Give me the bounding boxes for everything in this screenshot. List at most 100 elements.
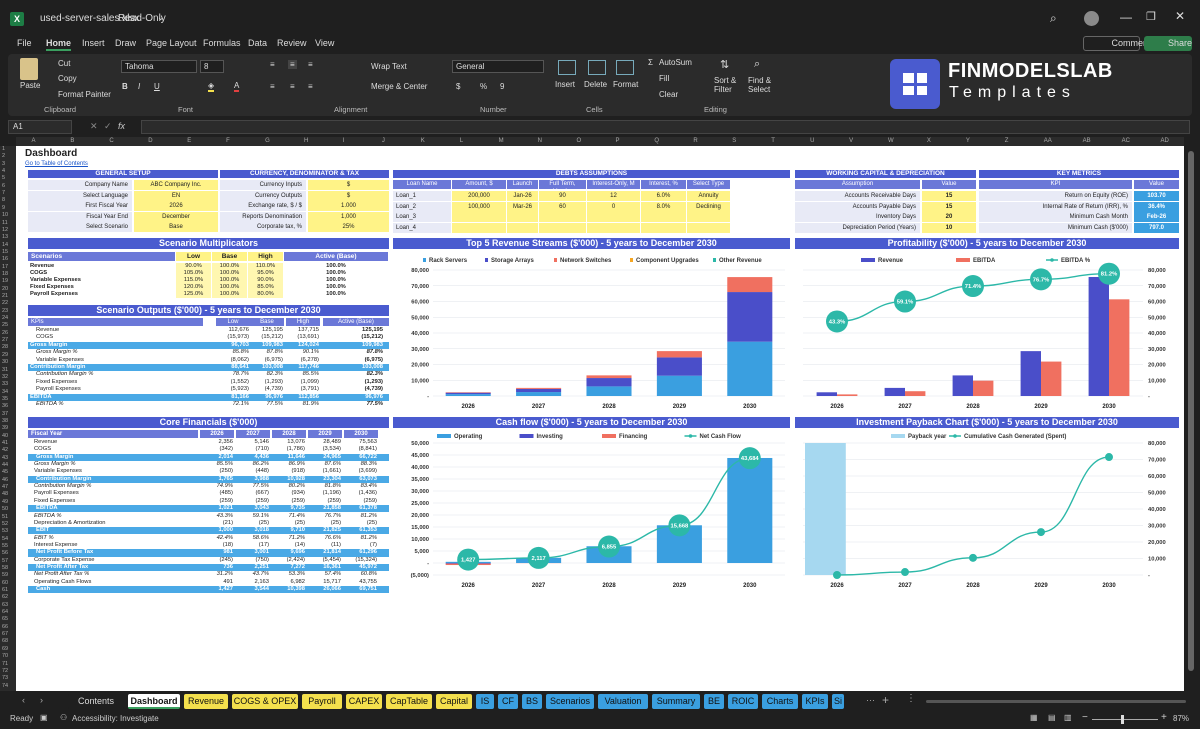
row-header[interactable]: 27: [2, 337, 8, 344]
row-header[interactable]: 23: [2, 308, 8, 315]
setup-value[interactable]: 1,000: [308, 211, 389, 222]
row-header[interactable]: 61: [2, 587, 8, 594]
row-header[interactable]: 13: [2, 234, 8, 241]
autosum-button[interactable]: AutoSum: [659, 58, 692, 67]
table-value[interactable]: 15: [922, 201, 976, 212]
align-bottom-icon[interactable]: ≡: [308, 60, 313, 69]
options-icon[interactable]: ⋮: [906, 693, 916, 704]
row-header[interactable]: 42: [2, 447, 8, 454]
row-header[interactable]: 51: [2, 514, 8, 521]
worksheet[interactable]: Dashboard Go to Table of Contents GENERA…: [16, 146, 1184, 691]
row-header[interactable]: 60: [2, 580, 8, 587]
more-tabs-icon[interactable]: ···: [866, 695, 875, 705]
setup-value[interactable]: 1.000: [308, 201, 389, 212]
column-header[interactable]: V: [849, 137, 853, 146]
delete-cells-button[interactable]: Delete: [584, 80, 607, 89]
row-header[interactable]: 17: [2, 264, 8, 271]
row-header[interactable]: 57: [2, 558, 8, 565]
autosum-icon[interactable]: Σ: [648, 58, 653, 67]
delete-cells-icon[interactable]: [588, 60, 606, 75]
menu-page-layout[interactable]: Page Layout: [146, 38, 197, 48]
loan-value[interactable]: [641, 222, 686, 233]
row-header[interactable]: 70: [2, 653, 8, 660]
add-sheet-icon[interactable]: +: [882, 693, 889, 707]
column-header[interactable]: C: [109, 137, 113, 146]
row-header[interactable]: 55: [2, 543, 8, 550]
row-header[interactable]: 29: [2, 352, 8, 359]
row-header[interactable]: 35: [2, 396, 8, 403]
row-header[interactable]: 65: [2, 616, 8, 623]
loan-value[interactable]: 60: [539, 201, 586, 212]
share-button[interactable]: Share: [1144, 36, 1192, 51]
number-format-select[interactable]: General: [452, 60, 544, 73]
table-value[interactable]: Feb-26: [1134, 212, 1179, 223]
table-value[interactable]: 797.0: [1134, 222, 1179, 233]
clear-button[interactable]: Clear: [659, 90, 678, 99]
font-color-icon[interactable]: A: [234, 81, 240, 92]
column-header[interactable]: AB: [1083, 137, 1091, 146]
loan-value[interactable]: 8.0%: [641, 201, 686, 212]
page-break-icon[interactable]: ▥: [1064, 713, 1072, 722]
formula-input[interactable]: [141, 120, 1190, 134]
row-header[interactable]: 22: [2, 300, 8, 307]
column-header[interactable]: G: [265, 137, 270, 146]
row-header[interactable]: 28: [2, 344, 8, 351]
row-header[interactable]: 73: [2, 675, 8, 682]
row-header[interactable]: 47: [2, 484, 8, 491]
loan-value[interactable]: [539, 212, 586, 223]
row-header[interactable]: 69: [2, 646, 8, 653]
row-header[interactable]: 52: [2, 521, 8, 528]
menu-data[interactable]: Data: [248, 38, 267, 48]
sheet-tab-captable[interactable]: CapTable: [386, 694, 432, 709]
sheet-tab-summary[interactable]: Summary: [652, 694, 700, 709]
column-header[interactable]: K: [421, 137, 425, 146]
column-header[interactable]: I: [343, 137, 345, 146]
row-header[interactable]: 41: [2, 440, 8, 447]
column-header[interactable]: O: [577, 137, 582, 146]
row-header[interactable]: 5: [2, 175, 5, 182]
row-header[interactable]: 3: [2, 161, 5, 168]
row-header[interactable]: 12: [2, 227, 8, 234]
row-header[interactable]: 43: [2, 455, 8, 462]
function-icon[interactable]: fx: [118, 121, 125, 131]
scroll-left-icon[interactable]: ‹: [22, 695, 25, 705]
row-header[interactable]: 48: [2, 491, 8, 498]
zoom-level[interactable]: 87%: [1173, 714, 1189, 723]
row-header[interactable]: 4: [2, 168, 5, 175]
format-painter-button[interactable]: Format Painter: [58, 90, 111, 99]
row-header[interactable]: 49: [2, 499, 8, 506]
column-header[interactable]: L: [460, 137, 463, 146]
find-select-button[interactable]: Find & Select: [748, 76, 778, 94]
column-header[interactable]: A: [31, 137, 35, 146]
column-header[interactable]: Q: [654, 137, 659, 146]
loan-value[interactable]: 0: [587, 201, 640, 212]
search-icon[interactable]: ⌕: [1050, 11, 1057, 26]
row-header[interactable]: 44: [2, 462, 8, 469]
format-cells-button[interactable]: Format: [613, 80, 638, 89]
fill-button[interactable]: Fill: [659, 74, 669, 83]
loan-value[interactable]: [507, 212, 538, 223]
close-icon[interactable]: ✕: [1175, 9, 1185, 23]
fill-color-icon[interactable]: ◈: [208, 81, 215, 92]
row-header[interactable]: 58: [2, 565, 8, 572]
sheet-tab-capex[interactable]: CAPEX: [346, 694, 382, 709]
insert-cells-icon[interactable]: [558, 60, 576, 75]
row-header[interactable]: 63: [2, 602, 8, 609]
row-header[interactable]: 53: [2, 528, 8, 535]
sheet-tab-bs[interactable]: BS: [522, 694, 542, 709]
comments-button[interactable]: Comments: [1083, 36, 1155, 51]
wrap-text-button[interactable]: Wrap Text: [371, 62, 407, 71]
column-header[interactable]: D: [148, 137, 152, 146]
cancel-icon[interactable]: ✕: [90, 121, 98, 132]
menu-draw[interactable]: Draw: [115, 38, 136, 48]
underline-button[interactable]: U: [154, 82, 160, 91]
column-header[interactable]: S: [732, 137, 736, 146]
scroll-thumb[interactable]: [1188, 151, 1194, 671]
row-header[interactable]: 72: [2, 668, 8, 675]
column-header[interactable]: E: [187, 137, 191, 146]
sheet-tab-roic[interactable]: ROIC: [728, 694, 758, 709]
menu-review[interactable]: Review: [277, 38, 307, 48]
column-header[interactable]: P: [615, 137, 619, 146]
row-header[interactable]: 56: [2, 550, 8, 557]
row-header[interactable]: 2: [2, 153, 5, 160]
